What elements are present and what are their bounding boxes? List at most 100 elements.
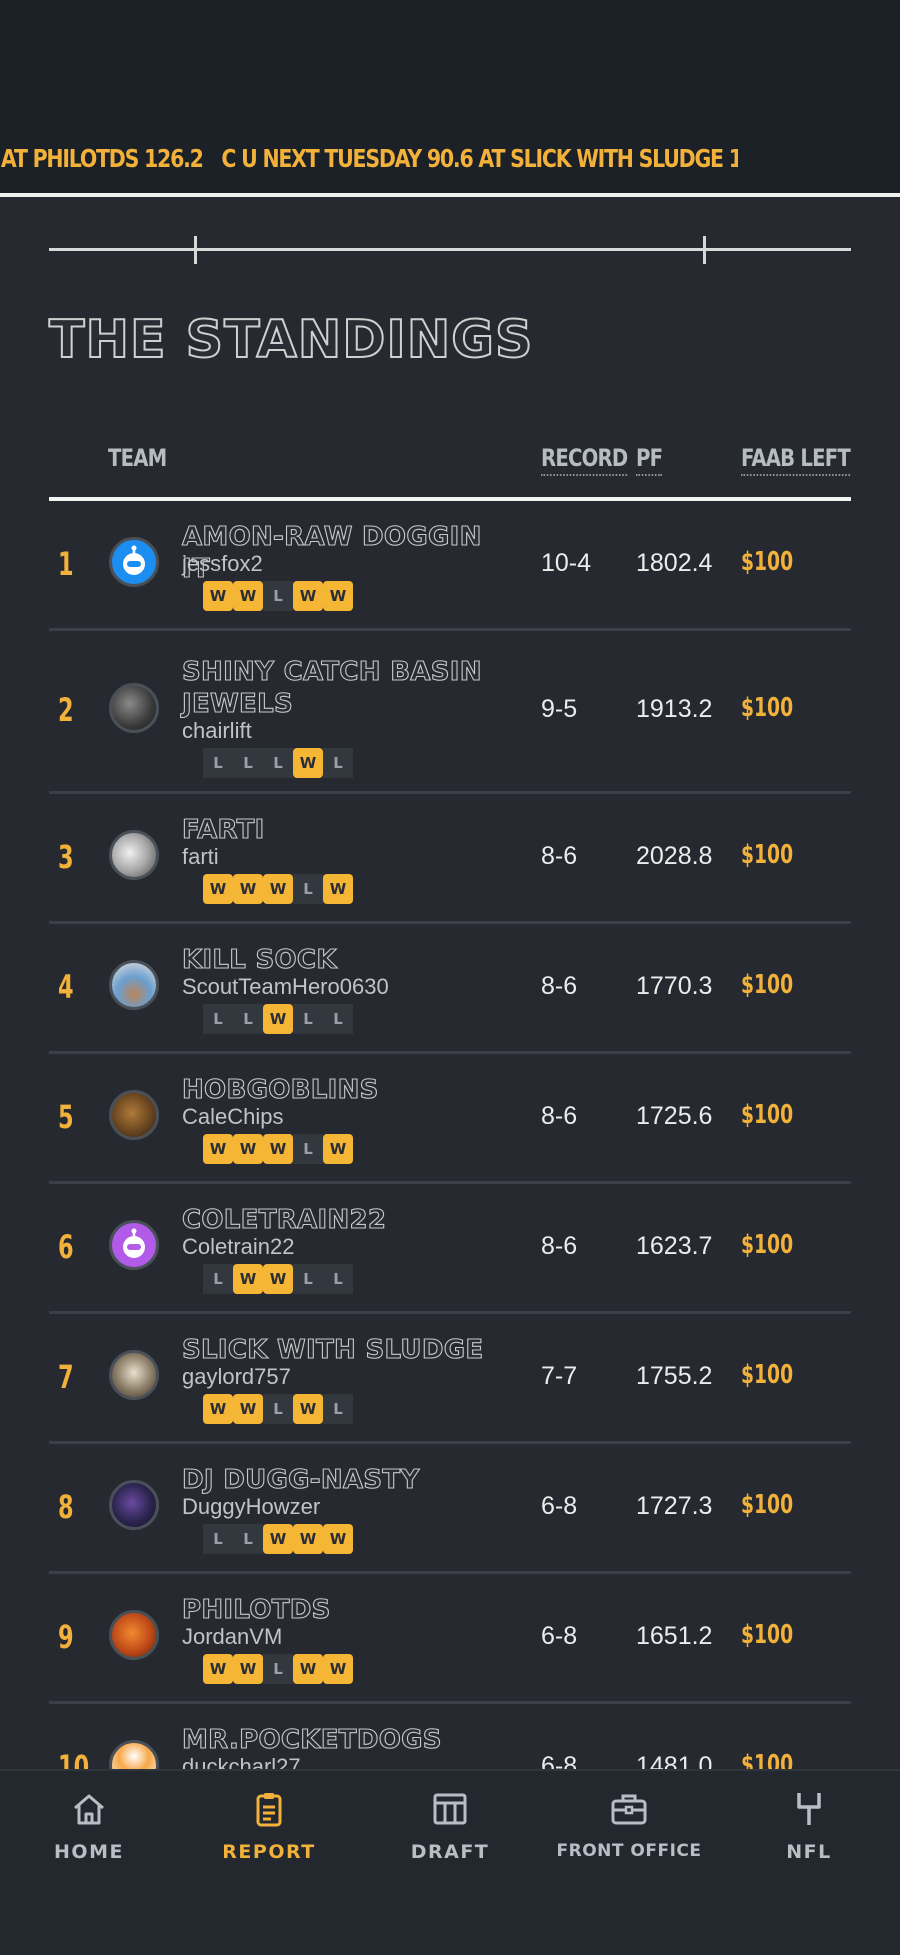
record-value: 6-8 [541, 1752, 578, 1769]
win-chip: W [203, 581, 233, 611]
record-value: 8-6 [541, 972, 578, 1000]
record-value: 7-7 [541, 1362, 578, 1390]
standings-row[interactable]: 2 SHINY CATCH BASIN JEWELS chairlift L L L W L 9… [0, 631, 900, 794]
loss-chip: L [293, 1264, 323, 1294]
points-for-value: 1651.2 [636, 1622, 713, 1650]
win-chip: W [203, 1134, 233, 1164]
nav-home[interactable]: HOME [14, 1789, 164, 1863]
standings-row[interactable]: 1 AMON-RAW DOGGIN IT jessfox2 W W L W W 10-4 1802… [0, 501, 900, 631]
win-chip: W [263, 1524, 293, 1554]
standings-row[interactable]: 3 FARTI farti W W W L W 8-6 2028.8 $100 [0, 794, 900, 924]
loss-chip: L [293, 1004, 323, 1034]
avatar[interactable] [109, 683, 159, 733]
decorative-rule [49, 248, 851, 251]
nav-draft[interactable]: DRAFT [375, 1789, 525, 1863]
faab-value: $100 [741, 1750, 794, 1769]
team-name[interactable]: KILL SOCK [181, 944, 512, 976]
avatar[interactable] [109, 1220, 159, 1270]
win-chip: W [233, 581, 263, 611]
rank-number: 4 [58, 968, 74, 1006]
points-for-value: 1725.6 [636, 1102, 713, 1130]
loss-chip: L [323, 1264, 353, 1294]
standings-row[interactable]: 4 KILL SOCK ScoutTeamHero0630 L L W L L 8-6 1770.… [0, 924, 900, 1054]
nav-front-office[interactable]: FRONT OFFICE [554, 1789, 704, 1861]
nav-nfl[interactable]: NFL [734, 1789, 884, 1863]
team-name[interactable]: HOBGOBLINS [181, 1074, 512, 1106]
record-value: 8-6 [541, 1232, 578, 1260]
avatar[interactable] [109, 960, 159, 1010]
standings-row[interactable]: 9 PHILOTDS JordanVM W W L W W 6-8 1651.2 $100 [0, 1574, 900, 1704]
goalpost-icon [797, 1793, 821, 1825]
rank-number: 5 [58, 1098, 74, 1136]
faab-value: $100 [741, 1100, 794, 1130]
team-name[interactable]: PHILOTDS [181, 1594, 512, 1626]
nav-report[interactable]: REPORT [194, 1789, 344, 1863]
owner-name: JordanVM [182, 1624, 283, 1649]
owner-name: gaylord757 [182, 1364, 291, 1389]
faab-value: $100 [741, 1360, 794, 1390]
loss-chip: L [293, 1134, 323, 1164]
standings-row[interactable]: 8 DJ DUGG-NASTY DuggyHowzer L L W W W 6-8 1727.3 $… [0, 1444, 900, 1574]
robot-avatar-icon [123, 545, 145, 575]
rank-number: 6 [58, 1228, 74, 1266]
team-name[interactable]: SLICK WITH SLUDGE [181, 1334, 512, 1366]
nav-home-label: HOME [54, 1841, 124, 1863]
avatar[interactable] [109, 1350, 159, 1400]
standings-row[interactable]: 5 HOBGOBLINS CaleChips W W W L W 8-6 1725.6 $100 [0, 1054, 900, 1184]
win-chip: W [293, 748, 323, 778]
recent-results: WWWLW [203, 1134, 353, 1164]
win-chip: W [293, 581, 323, 611]
ticker-item: 6 AT PHILOTDS 126.2 [0, 144, 204, 173]
column-header-record[interactable]: RECORD [541, 444, 628, 476]
points-for-value: 1623.7 [636, 1232, 713, 1260]
avatar[interactable] [109, 1740, 159, 1769]
recent-results: WWWLW [203, 874, 353, 904]
loss-chip: L [323, 1394, 353, 1424]
loss-chip: L [263, 1394, 293, 1424]
avatar[interactable] [109, 1610, 159, 1660]
loss-chip: L [203, 748, 233, 778]
standings-row[interactable]: 6 COLETRAIN22 Coletrain22 L W W L L 8-6 1623.7 $10… [0, 1184, 900, 1314]
loss-chip: L [323, 1004, 353, 1034]
points-for-value: 1802.4 [636, 549, 713, 577]
team-name[interactable]: FARTI [181, 814, 512, 846]
recent-results: WWLWW [203, 1654, 353, 1684]
team-name[interactable]: MR.POCKETDOGS [181, 1724, 512, 1756]
team-name[interactable]: SHINY CATCH BASIN JEWELS [181, 656, 512, 720]
loss-chip: L [293, 874, 323, 904]
rule-tick [194, 236, 197, 264]
rank-number: 7 [58, 1358, 74, 1396]
win-chip: W [203, 1654, 233, 1684]
home-icon [74, 1794, 104, 1825]
avatar[interactable] [109, 537, 159, 587]
bottom-nav: HOME REPORT DRAFT FRONT OFFICE NFL [0, 1769, 900, 1955]
briefcase-icon [611, 1794, 647, 1825]
win-chip: W [263, 1264, 293, 1294]
clipboard-icon [256, 1793, 282, 1827]
win-chip: W [233, 874, 263, 904]
record-value: 9-5 [541, 695, 578, 723]
grid-icon [433, 1793, 467, 1825]
nav-nfl-label: NFL [786, 1841, 832, 1863]
column-header-pf[interactable]: PF [636, 444, 663, 476]
avatar[interactable] [109, 830, 159, 880]
page-title: THE STANDINGS [48, 309, 534, 371]
avatar[interactable] [109, 1090, 159, 1140]
column-header-faab[interactable]: FAAB LEFT [741, 444, 851, 476]
team-name[interactable]: DJ DUGG-NASTY [181, 1464, 512, 1496]
standings-row[interactable]: 7 SLICK WITH SLUDGE gaylord757 W W L W L 7-7 1755… [0, 1314, 900, 1444]
avatar[interactable] [109, 1480, 159, 1530]
nav-front-office-label: FRONT OFFICE [556, 1841, 702, 1861]
loss-chip: L [203, 1004, 233, 1034]
column-header-team: TEAM [108, 444, 167, 472]
owner-name: duckcharl27 [182, 1754, 301, 1769]
nav-draft-label: DRAFT [410, 1841, 490, 1863]
team-name[interactable]: COLETRAIN22 [181, 1204, 512, 1236]
points-for-value: 1770.3 [636, 972, 713, 1000]
standings-table: 1 AMON-RAW DOGGIN IT jessfox2 W W L W W 10-4 1802… [0, 501, 900, 1769]
faab-value: $100 [741, 840, 794, 870]
owner-name: chairlift [182, 718, 252, 743]
nav-report-label: REPORT [222, 1841, 316, 1863]
loss-chip: L [263, 581, 293, 611]
standings-row[interactable]: 10MR.POCKETDOGSduckcharl27LWWLL6-81481.0… [0, 1704, 900, 1769]
